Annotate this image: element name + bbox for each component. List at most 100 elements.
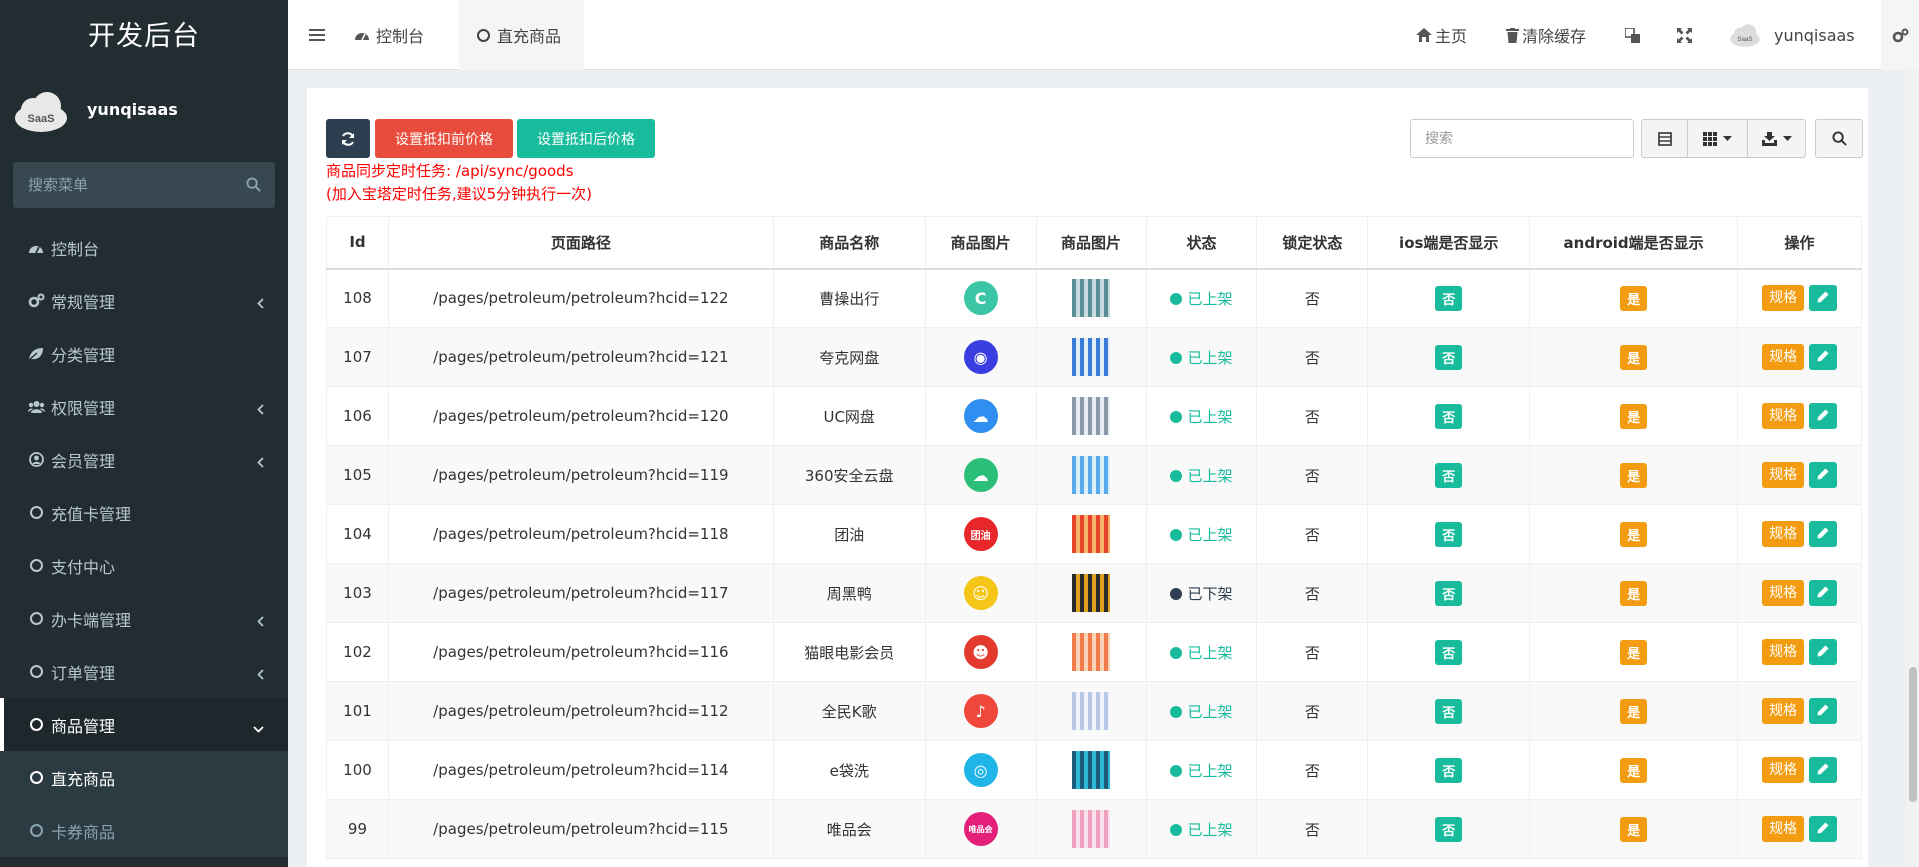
goods-logo-image[interactable]: 唯品会 [963,812,998,846]
spec-button[interactable]: 规格 [1762,639,1805,665]
table-row[interactable]: 102/pages/petroleum/petroleum?hcid=116 猫眼… [326,622,1862,682]
spec-button[interactable]: 规格 [1762,285,1805,312]
ios-toggle-badge[interactable]: 否 [1435,344,1463,370]
refresh-button[interactable] [326,119,370,158]
spec-button[interactable]: 规格 [1762,698,1805,724]
sidebar-item-3[interactable]: 权限管理 [0,380,288,433]
spec-button[interactable]: 规格 [1762,521,1805,547]
table-row[interactable]: 107/pages/petroleum/petroleum?hcid=121 夸克… [326,327,1862,387]
sidebar-item-11[interactable]: 卡券商品 [0,804,288,857]
scrollbar-thumb[interactable] [1909,667,1917,802]
edit-button[interactable] [1808,285,1837,312]
column-header[interactable]: android端是否显示 [1529,216,1739,270]
spec-button[interactable]: 规格 [1762,462,1805,488]
goods-image-thumbnail[interactable] [1072,515,1111,553]
search-button[interactable] [1815,119,1863,158]
clear-cache-button[interactable]: 清除缓存 [1506,0,1586,70]
page-scrollbar[interactable] [1906,70,1919,867]
goods-logo-image[interactable]: ◉ [963,340,998,374]
android-toggle-badge[interactable]: 是 [1620,285,1648,311]
column-header[interactable]: 商品名称 [772,216,926,270]
android-toggle-badge[interactable]: 是 [1620,757,1648,783]
goods-image-thumbnail[interactable] [1072,574,1111,612]
user-menu[interactable]: SaaS yunqisaas [1728,0,1855,70]
sidebar-item-4[interactable]: 会员管理 [0,433,288,486]
table-row[interactable]: 105/pages/petroleum/petroleum?hcid=119 36… [326,445,1862,505]
column-header[interactable]: 商品图片 [924,216,1037,270]
ios-toggle-badge[interactable]: 否 [1435,285,1463,311]
android-toggle-badge[interactable]: 是 [1620,639,1648,665]
column-header[interactable]: 商品图片 [1035,216,1147,270]
spec-button[interactable]: 规格 [1762,403,1805,429]
spec-button[interactable]: 规格 [1762,757,1805,783]
goods-image-thumbnail[interactable] [1072,279,1111,318]
sidebar-item-6[interactable]: 支付中心 [0,539,288,592]
column-header[interactable]: 锁定状态 [1256,216,1369,270]
goods-logo-image[interactable]: ♪ [963,694,998,728]
spec-button[interactable]: 规格 [1762,816,1805,842]
table-row[interactable]: 101/pages/petroleum/petroleum?hcid=112 全民… [326,681,1862,741]
edit-button[interactable] [1808,344,1837,370]
export-button[interactable] [1747,119,1806,158]
column-header[interactable]: Id [326,216,389,270]
sidebar-item-8[interactable]: 订单管理 [0,645,288,698]
edit-button[interactable] [1808,403,1837,429]
table-row[interactable]: 103/pages/petroleum/petroleum?hcid=117 周黑… [326,563,1862,623]
table-row[interactable]: 99/pages/petroleum/petroleum?hcid=115 唯品会… [326,799,1862,859]
edit-button[interactable] [1808,521,1837,547]
table-row[interactable]: 100/pages/petroleum/petroleum?hcid=114 e袋… [326,740,1862,800]
goods-image-thumbnail[interactable] [1072,397,1111,435]
column-header[interactable]: 状态 [1145,216,1258,270]
menu-toggle-button[interactable] [288,0,346,70]
table-row[interactable]: 106/pages/petroleum/petroleum?hcid=120 UC… [326,386,1862,446]
goods-image-thumbnail[interactable] [1072,692,1111,730]
sidebar-item-9[interactable]: 商品管理 [0,698,288,751]
sidebar-item-2[interactable]: 分类管理 [0,327,288,380]
set-after-price-button[interactable]: 设置抵扣后价格 [517,119,655,158]
edit-button[interactable] [1808,816,1837,842]
column-header[interactable]: ios端是否显示 [1367,216,1531,270]
tab-dashboard[interactable]: 控制台 [346,0,446,70]
goods-logo-image[interactable]: C [963,281,998,316]
app-logo[interactable]: 开发后台 [0,0,288,76]
android-toggle-badge[interactable]: 是 [1620,698,1648,724]
goods-image-thumbnail[interactable] [1072,456,1111,494]
goods-logo-image[interactable]: 团油 [963,517,998,551]
android-toggle-badge[interactable]: 是 [1620,521,1648,547]
language-button[interactable] [1625,0,1641,70]
sidebar-search-input[interactable] [13,162,233,208]
spec-button[interactable]: 规格 [1762,580,1805,606]
spec-button[interactable]: 规格 [1762,344,1805,370]
set-before-price-button[interactable]: 设置抵扣前价格 [375,119,513,158]
sidebar-item-10[interactable]: 直充商品 [0,751,288,804]
search-icon[interactable] [246,177,261,192]
goods-logo-image[interactable]: ◎ [963,753,998,787]
column-header[interactable]: 页面路径 [387,216,774,270]
goods-logo-image[interactable]: ☻ [963,635,998,669]
columns-button[interactable] [1687,119,1748,158]
sidebar-item-1[interactable]: 常规管理 [0,274,288,327]
goods-image-thumbnail[interactable] [1072,810,1111,848]
table-row[interactable]: 104/pages/petroleum/petroleum?hcid=118 团油… [326,504,1862,564]
goods-image-thumbnail[interactable] [1072,338,1111,376]
goods-logo-image[interactable]: ☺ [963,576,998,610]
android-toggle-badge[interactable]: 是 [1620,462,1648,488]
goods-image-thumbnail[interactable] [1072,751,1111,789]
toggle-view-button[interactable] [1641,119,1688,158]
goods-logo-image[interactable]: ☁ [963,458,998,492]
settings-button[interactable] [1881,0,1919,70]
tab-direct-goods[interactable]: 直充商品 [459,0,584,70]
goods-image-thumbnail[interactable] [1072,633,1111,671]
ios-toggle-badge[interactable]: 否 [1435,757,1463,783]
android-toggle-badge[interactable]: 是 [1620,344,1648,370]
ios-toggle-badge[interactable]: 否 [1435,462,1463,488]
edit-button[interactable] [1808,580,1837,606]
android-toggle-badge[interactable]: 是 [1620,580,1648,606]
edit-button[interactable] [1808,462,1837,488]
ios-toggle-badge[interactable]: 否 [1435,580,1463,606]
fullscreen-button[interactable] [1677,0,1692,70]
search-input[interactable] [1410,119,1634,158]
android-toggle-badge[interactable]: 是 [1620,816,1648,842]
edit-button[interactable] [1808,757,1837,783]
ios-toggle-badge[interactable]: 否 [1435,639,1463,665]
